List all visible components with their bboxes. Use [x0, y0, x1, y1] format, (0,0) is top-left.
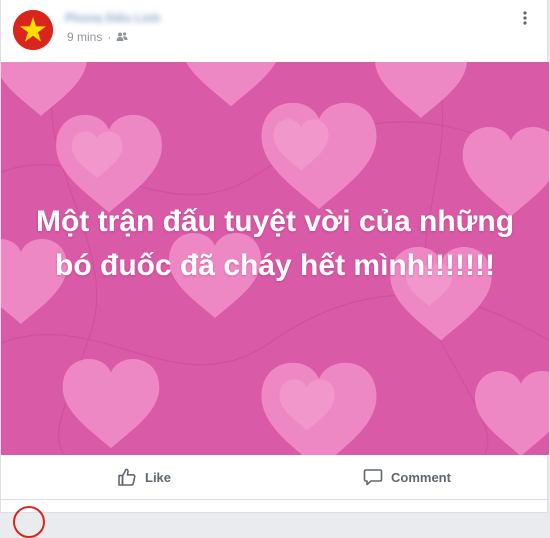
comment-composer-avatar[interactable]	[13, 506, 45, 538]
like-button[interactable]: Like	[117, 463, 171, 491]
status-background-card: Một trận đấu tuyệt vời của những bó đuốc…	[1, 62, 549, 455]
post-header: Phong Diệu Linh 9 mins ·	[1, 0, 547, 62]
thumbs-up-icon	[118, 468, 136, 486]
comment-label: Comment	[391, 469, 451, 485]
more-options-icon[interactable]	[515, 8, 535, 28]
author-avatar[interactable]	[13, 10, 53, 50]
status-message: Một trận đấu tuyệt vời của những bó đuốc…	[35, 205, 515, 282]
post-timestamp[interactable]: 9 mins	[67, 30, 102, 44]
meta-separator: ·	[107, 30, 112, 44]
friends-icon[interactable]	[116, 31, 128, 43]
post-meta: 9 mins ·	[67, 30, 128, 44]
vietnam-flag-star-icon	[13, 10, 53, 50]
author-name[interactable]: Phong Diệu Linh	[65, 11, 177, 23]
feed-post: Phong Diệu Linh 9 mins · Một trận đấu tu…	[0, 0, 549, 538]
comment-button[interactable]: Comment	[363, 463, 451, 491]
post-actions-bar: Like Comment	[1, 455, 547, 500]
like-label: Like	[145, 469, 172, 485]
comment-bubble-icon	[363, 469, 383, 486]
